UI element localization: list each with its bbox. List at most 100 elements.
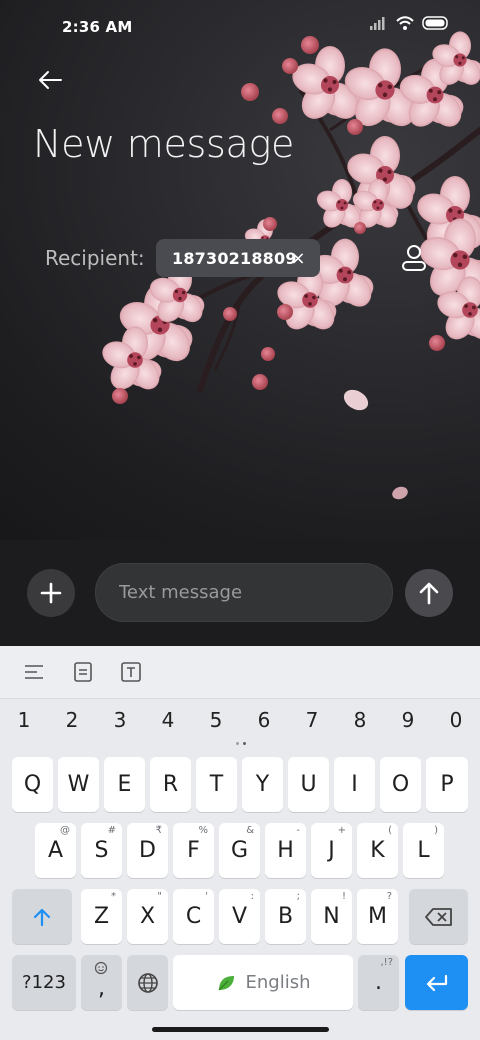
text-align-icon[interactable] bbox=[22, 660, 46, 684]
clipboard-icon[interactable] bbox=[71, 660, 95, 684]
key-label: Q bbox=[23, 772, 42, 797]
wifi-icon bbox=[396, 16, 414, 30]
key-label: O bbox=[391, 772, 410, 797]
number-key[interactable]: 2 bbox=[52, 708, 92, 732]
key-z[interactable]: * Z bbox=[81, 889, 122, 944]
key-t[interactable]: T bbox=[196, 757, 237, 812]
key-label: W bbox=[67, 772, 90, 797]
key-p[interactable]: P bbox=[426, 757, 468, 812]
key-hint: ( bbox=[388, 825, 392, 836]
shift-arrow-icon bbox=[33, 908, 51, 926]
key-hint: ! bbox=[341, 891, 346, 902]
key-label: T bbox=[209, 772, 224, 797]
key-hint: ,!? bbox=[380, 957, 394, 968]
emoji-comma-key[interactable]: , bbox=[81, 955, 122, 1010]
key-hint: & bbox=[246, 825, 254, 836]
message-input[interactable] bbox=[96, 564, 392, 621]
key-label: D bbox=[139, 838, 156, 863]
key-label: ?123 bbox=[22, 972, 66, 993]
shift-key[interactable] bbox=[12, 889, 72, 944]
backspace-key[interactable] bbox=[409, 889, 468, 944]
number-key[interactable]: 6 bbox=[244, 708, 284, 732]
key-w[interactable]: W bbox=[58, 757, 99, 812]
number-key[interactable]: 4 bbox=[148, 708, 188, 732]
key-hint: ? bbox=[386, 891, 392, 902]
leaf-icon bbox=[218, 975, 234, 990]
key-o[interactable]: O bbox=[380, 757, 421, 812]
key-hint: ) bbox=[434, 825, 438, 836]
key-hint: ' bbox=[205, 891, 208, 902]
status-time: 2:36 AM bbox=[62, 18, 133, 36]
period-key[interactable]: ,!? . bbox=[358, 955, 399, 1010]
send-button[interactable] bbox=[405, 569, 453, 617]
key-label: B bbox=[277, 904, 294, 929]
status-bar: 2:36 AM bbox=[0, 0, 480, 56]
key-j[interactable]: + J bbox=[311, 823, 352, 878]
number-key[interactable]: 5 bbox=[196, 708, 236, 732]
number-key[interactable]: 3 bbox=[100, 708, 140, 732]
key-n[interactable]: ! N bbox=[311, 889, 352, 944]
language-key[interactable] bbox=[127, 955, 168, 1010]
contacts-button[interactable] bbox=[398, 240, 430, 276]
key-label: K bbox=[370, 838, 385, 863]
status-icons bbox=[370, 16, 450, 30]
globe-icon bbox=[137, 972, 158, 993]
key-label: U bbox=[300, 772, 317, 797]
key-label: C bbox=[185, 904, 202, 929]
key-b[interactable]: ; B bbox=[265, 889, 306, 944]
person-icon bbox=[402, 245, 426, 271]
key-label: R bbox=[162, 772, 179, 797]
key-u[interactable]: U bbox=[288, 757, 329, 812]
key-y[interactable]: Y bbox=[242, 757, 283, 812]
key-x[interactable]: " X bbox=[127, 889, 168, 944]
symbols-key[interactable]: ?123 bbox=[12, 955, 76, 1010]
back-button[interactable] bbox=[30, 62, 70, 98]
arrow-up-icon bbox=[419, 582, 439, 605]
key-g[interactable]: & G bbox=[219, 823, 260, 878]
key-r[interactable]: R bbox=[150, 757, 191, 812]
arrow-left-icon bbox=[39, 71, 62, 89]
key-a[interactable]: @ A bbox=[35, 823, 76, 878]
key-label: M bbox=[368, 904, 387, 929]
key-h[interactable]: -H bbox=[265, 823, 306, 878]
key-c[interactable]: ' C bbox=[173, 889, 214, 944]
recipient-chip-number: 18730218809 bbox=[172, 248, 297, 268]
key-label: . bbox=[375, 970, 382, 995]
key-label: I bbox=[351, 772, 358, 797]
battery-icon bbox=[422, 16, 448, 30]
number-key[interactable]: 9 bbox=[388, 708, 428, 732]
space-label: English bbox=[245, 972, 311, 993]
key-e[interactable]: E bbox=[104, 757, 145, 812]
recipient-chip[interactable]: 18730218809 × bbox=[156, 239, 320, 277]
home-indicator[interactable] bbox=[152, 1027, 329, 1032]
key-d[interactable]: ₹ D bbox=[127, 823, 168, 878]
remove-recipient-button[interactable]: × bbox=[288, 248, 308, 269]
key-m[interactable]: ? M bbox=[357, 889, 398, 944]
number-key[interactable]: 7 bbox=[292, 708, 332, 732]
number-key[interactable]: 0 bbox=[436, 708, 476, 732]
number-key[interactable]: 8 bbox=[340, 708, 380, 732]
key-hint: * bbox=[111, 891, 116, 902]
message-field[interactable] bbox=[95, 563, 393, 622]
keyboard: 1 2 3 4 5 6 7 8 9 0 Q W E R T Y U I O P … bbox=[0, 646, 480, 1040]
key-s[interactable]: # S bbox=[81, 823, 122, 878]
key-k[interactable]: (K bbox=[357, 823, 398, 878]
key-label: G bbox=[230, 838, 249, 863]
key-i[interactable]: I bbox=[334, 757, 375, 812]
keyboard-toolbar bbox=[0, 646, 480, 699]
enter-key[interactable] bbox=[405, 955, 468, 1010]
key-label: J bbox=[328, 838, 335, 863]
space-key[interactable]: English bbox=[173, 955, 353, 1010]
add-attachment-button[interactable] bbox=[27, 569, 75, 617]
page-dot bbox=[236, 742, 239, 745]
key-l[interactable]: ) L bbox=[403, 823, 444, 878]
key-q[interactable]: Q bbox=[12, 757, 53, 812]
plus-icon bbox=[40, 582, 62, 604]
key-f[interactable]: % F bbox=[173, 823, 214, 878]
key-label: S bbox=[94, 838, 109, 863]
text-format-icon[interactable] bbox=[119, 660, 143, 684]
key-label: N bbox=[323, 904, 340, 929]
key-label: V bbox=[231, 904, 248, 929]
number-key[interactable]: 1 bbox=[4, 708, 44, 732]
key-v[interactable]: :V bbox=[219, 889, 260, 944]
